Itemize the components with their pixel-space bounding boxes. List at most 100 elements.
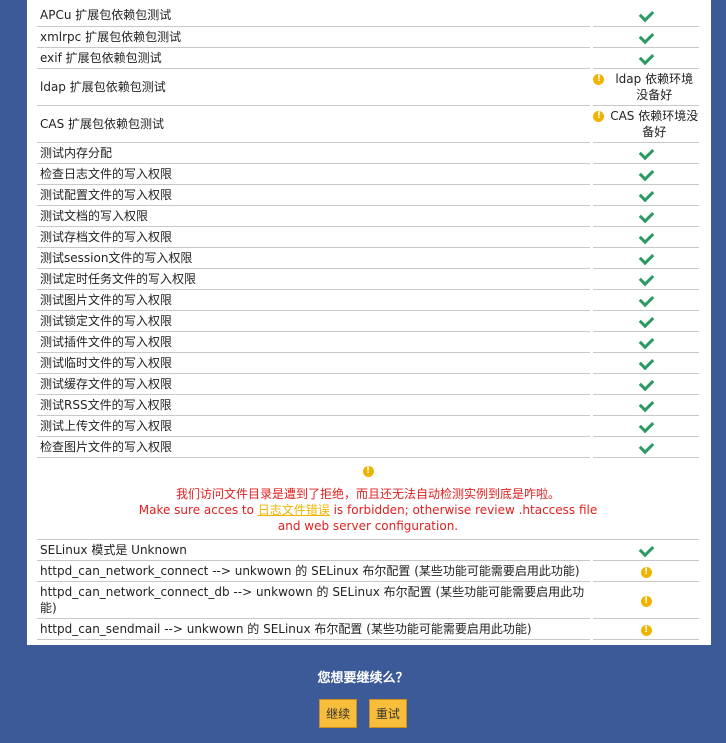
check-label: xmlrpc 扩展包依赖包测试 bbox=[37, 26, 591, 48]
status-cell bbox=[593, 5, 699, 27]
check-icon bbox=[638, 270, 654, 286]
status-cell bbox=[593, 539, 699, 561]
status-cell bbox=[593, 352, 699, 374]
access-warning-line2: Make sure acces to 日志文件错误 is forbidden; … bbox=[127, 502, 609, 534]
check-label: 测试图片文件的写入权限 bbox=[37, 289, 591, 311]
status-cell bbox=[593, 373, 699, 395]
check-label: 测试锁定文件的写入权限 bbox=[37, 310, 591, 332]
log-file-error-link[interactable]: 日志文件错误 bbox=[258, 503, 330, 517]
check-label: SELinux 模式是 Unknown bbox=[37, 539, 591, 561]
status-cell bbox=[593, 289, 699, 311]
access-warning-line1: 我们访问文件目录是遭到了拒绝，而且还无法自动检测实例到底是咋啦。 bbox=[175, 486, 560, 501]
status-cell bbox=[593, 268, 699, 290]
requirement-row: 测试RSS文件的写入权限 bbox=[37, 394, 699, 416]
access-warning-text: 我们访问文件目录是遭到了拒绝，而且还无法自动检测实例到底是咋啦。 Make sur… bbox=[37, 486, 699, 534]
check-label: 测试session文件的写入权限 bbox=[37, 247, 591, 269]
check-label: httpd_can_network_connect_db --> unkwown… bbox=[37, 581, 591, 619]
warning-icon: ! bbox=[640, 596, 652, 607]
requirement-row: 测试缓存文件的写入权限 bbox=[37, 373, 699, 395]
status-cell: ! bbox=[593, 618, 699, 640]
requirements-table: APCu 扩展包依赖包测试 xmlrpc 扩展包依赖包测试 exif 扩展包依赖包测… bbox=[37, 5, 699, 640]
requirement-row: 测试定时任务文件的写入权限 bbox=[37, 268, 699, 290]
check-icon bbox=[638, 541, 654, 557]
check-label: exif 扩展包依赖包测试 bbox=[37, 47, 591, 69]
check-icon bbox=[638, 396, 654, 412]
check-label: 测试插件文件的写入权限 bbox=[37, 331, 591, 353]
status-cell bbox=[593, 247, 699, 269]
requirement-row: ldap 扩展包依赖包测试! ldap 依赖环境没备好 bbox=[37, 68, 699, 106]
status-cell bbox=[593, 142, 699, 164]
requirement-row: 检查图片文件的写入权限 bbox=[37, 436, 699, 458]
requirement-row: 检查日志文件的写入权限 bbox=[37, 163, 699, 185]
check-label: 检查图片文件的写入权限 bbox=[37, 436, 591, 458]
check-label: 测试文档的写入权限 bbox=[37, 205, 591, 227]
check-icon bbox=[638, 333, 654, 349]
check-icon bbox=[638, 165, 654, 181]
check-icon bbox=[638, 28, 654, 44]
status-cell bbox=[593, 331, 699, 353]
check-label: 测试配置文件的写入权限 bbox=[37, 184, 591, 206]
requirement-row: xmlrpc 扩展包依赖包测试 bbox=[37, 26, 699, 48]
selinux-row: httpd_can_network_connect --> unkwown 的 … bbox=[37, 560, 699, 582]
status-cell: ! ldap 依赖环境没备好 bbox=[593, 68, 699, 106]
check-label: 测试内存分配 bbox=[37, 142, 591, 164]
status-cell bbox=[593, 184, 699, 206]
warning-icon: ! bbox=[640, 567, 652, 578]
check-icon bbox=[638, 6, 654, 23]
status-cell bbox=[593, 26, 699, 48]
requirement-row: CAS 扩展包依赖包测试! CAS 依赖环境没备好 bbox=[37, 105, 699, 143]
selinux-row: httpd_can_sendmail --> unkwown 的 SELinux… bbox=[37, 618, 699, 640]
check-icon bbox=[638, 228, 654, 244]
status-cell bbox=[593, 205, 699, 227]
warning-icon: ! bbox=[593, 73, 605, 85]
status-cell: ! bbox=[593, 581, 699, 619]
check-icon bbox=[638, 417, 654, 433]
check-icon bbox=[638, 186, 654, 202]
continue-button[interactable]: 继续 bbox=[319, 699, 358, 728]
check-icon bbox=[638, 438, 654, 454]
status-message: CAS 依赖环境没备好 bbox=[610, 108, 699, 139]
status-cell bbox=[593, 163, 699, 185]
status-message: ldap 依赖环境没备好 bbox=[615, 71, 694, 102]
check-icon bbox=[638, 207, 654, 223]
check-icon bbox=[638, 249, 654, 265]
requirement-row: APCu 扩展包依赖包测试 bbox=[37, 5, 699, 27]
selinux-row: httpd_can_network_connect_db --> unkwown… bbox=[37, 581, 699, 619]
status-cell bbox=[593, 226, 699, 248]
warning-icon: ! bbox=[640, 625, 652, 636]
check-label: ldap 扩展包依赖包测试 bbox=[37, 68, 591, 106]
requirement-row: 测试文档的写入权限 bbox=[37, 205, 699, 227]
requirement-row: 测试存档文件的写入权限 bbox=[37, 226, 699, 248]
requirement-row: 测试配置文件的写入权限 bbox=[37, 184, 699, 206]
retry-button[interactable]: 重试 bbox=[368, 699, 407, 728]
warning-icon-holder: ! bbox=[37, 462, 699, 477]
selinux-row: SELinux 模式是 Unknown bbox=[37, 539, 699, 561]
check-label: 测试缓存文件的写入权限 bbox=[37, 373, 591, 395]
check-icon bbox=[638, 375, 654, 391]
requirement-row: 测试临时文件的写入权限 bbox=[37, 352, 699, 374]
check-label: httpd_can_sendmail --> unkwown 的 SELinux… bbox=[37, 618, 591, 640]
check-label: 测试临时文件的写入权限 bbox=[37, 352, 591, 374]
check-label: APCu 扩展包依赖包测试 bbox=[37, 5, 591, 27]
requirement-row: 测试锁定文件的写入权限 bbox=[37, 310, 699, 332]
requirement-row: 测试图片文件的写入权限 bbox=[37, 289, 699, 311]
warning-icon: ! bbox=[362, 465, 374, 477]
continue-question: 您想要继续么？ bbox=[317, 671, 409, 686]
warning-icon: ! bbox=[593, 110, 605, 122]
check-label: 测试存档文件的写入权限 bbox=[37, 226, 591, 248]
status-cell bbox=[593, 47, 699, 69]
status-cell bbox=[593, 394, 699, 416]
status-cell: ! bbox=[593, 560, 699, 582]
requirement-row: 测试session文件的写入权限 bbox=[37, 247, 699, 269]
status-cell bbox=[593, 436, 699, 458]
requirement-row: 测试内存分配 bbox=[37, 142, 699, 164]
check-label: 检查日志文件的写入权限 bbox=[37, 163, 591, 185]
status-cell bbox=[593, 415, 699, 437]
check-label: 测试RSS文件的写入权限 bbox=[37, 394, 591, 416]
check-icon bbox=[638, 354, 654, 370]
check-icon bbox=[638, 49, 654, 65]
requirement-row: 测试上传文件的写入权限 bbox=[37, 415, 699, 437]
check-icon bbox=[638, 312, 654, 328]
check-icon bbox=[638, 144, 654, 160]
check-label: CAS 扩展包依赖包测试 bbox=[37, 105, 591, 143]
